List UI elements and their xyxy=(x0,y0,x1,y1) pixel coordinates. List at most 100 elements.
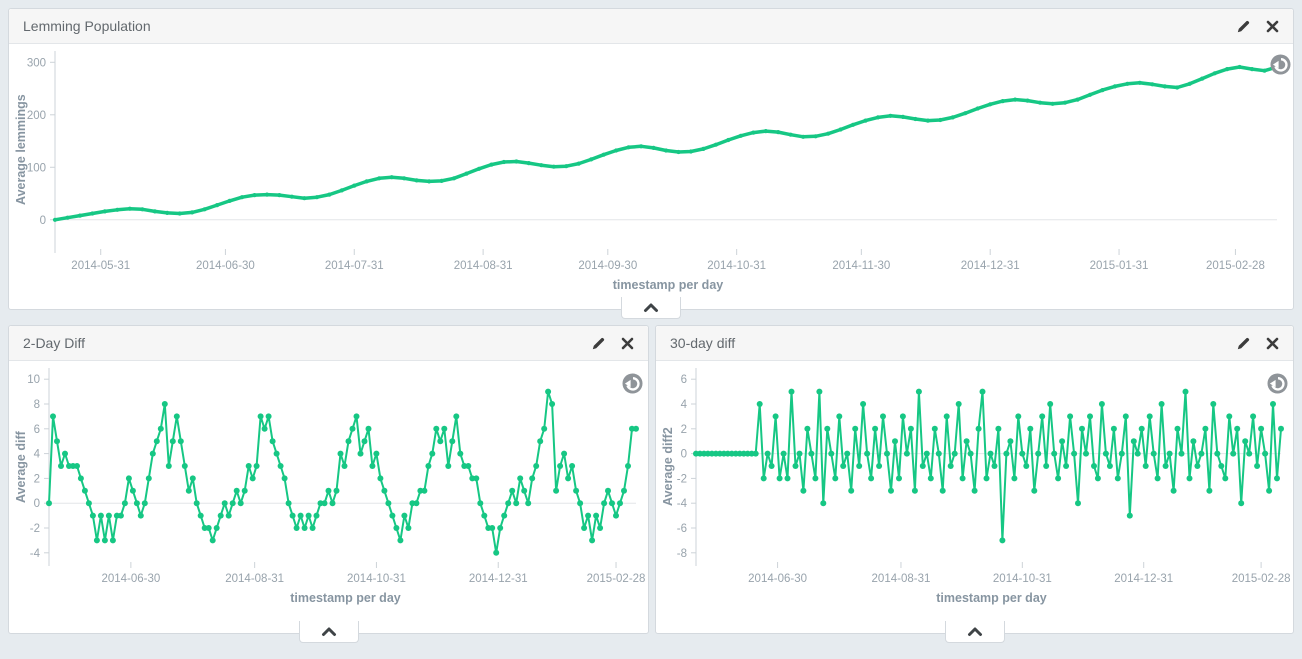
data-point xyxy=(352,184,356,188)
data-point xyxy=(165,211,169,215)
data-point xyxy=(54,438,60,444)
pencil-icon[interactable] xyxy=(1237,19,1251,33)
data-point xyxy=(597,525,603,531)
chevron-up-icon xyxy=(967,626,983,637)
panel-30-day-diff: 30-day diff Average diff2 6420-2-4-6-820… xyxy=(655,325,1294,634)
data-point xyxy=(128,207,132,211)
data-point xyxy=(789,133,793,137)
data-point xyxy=(1274,475,1280,481)
data-point xyxy=(385,500,391,506)
data-point xyxy=(350,426,356,432)
data-point xyxy=(294,525,300,531)
data-point xyxy=(489,525,495,531)
x-tick-label: 2014-10-31 xyxy=(707,260,766,272)
data-point xyxy=(593,513,599,519)
collapse-panel-button[interactable] xyxy=(945,621,1005,643)
data-point xyxy=(573,488,579,494)
data-point xyxy=(1019,451,1025,457)
data-point xyxy=(240,195,244,199)
x-tick-label: 2014-12-31 xyxy=(1114,573,1173,585)
line-chart[interactable]: 1086420-2-42014-06-302014-08-312014-10-3… xyxy=(9,363,646,605)
data-point xyxy=(158,426,164,432)
data-point xyxy=(1063,101,1067,105)
data-point xyxy=(401,513,407,519)
data-point xyxy=(126,475,132,481)
data-point xyxy=(1262,69,1266,73)
data-point xyxy=(726,138,730,142)
x-tick-label: 2014-09-30 xyxy=(578,260,637,272)
x-axis-title: timestamp per day xyxy=(656,591,1293,609)
data-point xyxy=(924,451,930,457)
data-point xyxy=(429,451,435,457)
data-point xyxy=(533,463,539,469)
data-point xyxy=(625,463,631,469)
collapse-panel-button[interactable] xyxy=(621,297,681,319)
data-point xyxy=(153,209,157,213)
data-point xyxy=(1026,99,1030,103)
data-point xyxy=(50,413,56,419)
close-icon[interactable] xyxy=(1266,20,1279,33)
y-tick-label: -2 xyxy=(677,473,687,485)
panel-header: Lemming Population xyxy=(9,9,1293,44)
pencil-icon[interactable] xyxy=(592,336,606,350)
line-chart[interactable]: 6420-2-4-6-82014-06-302014-08-312014-10-… xyxy=(656,363,1291,605)
data-point xyxy=(389,513,395,519)
data-point xyxy=(537,438,543,444)
data-point xyxy=(980,389,986,395)
data-point xyxy=(1246,451,1252,457)
data-point xyxy=(413,500,419,506)
data-point xyxy=(832,475,838,481)
line-chart[interactable]: 30020010002014-05-312014-06-302014-07-31… xyxy=(9,46,1291,292)
data-point xyxy=(509,488,515,494)
data-point xyxy=(664,148,668,152)
collapse-panel-button[interactable] xyxy=(299,621,359,643)
data-point xyxy=(764,129,768,133)
chart-area: Average diff2 6420-2-4-6-82014-06-302014… xyxy=(656,361,1293,613)
back-circle-icon[interactable] xyxy=(622,373,643,399)
data-point xyxy=(1103,451,1109,457)
chart-area: Average diff 1086420-2-42014-06-302014-0… xyxy=(9,361,648,613)
data-point xyxy=(1234,426,1240,432)
x-tick-label: 2014-06-30 xyxy=(101,573,160,585)
data-point xyxy=(800,488,806,494)
data-point xyxy=(278,463,284,469)
data-point xyxy=(338,451,344,457)
data-point xyxy=(342,463,348,469)
data-point xyxy=(908,426,914,432)
data-point xyxy=(920,463,926,469)
data-point xyxy=(589,537,595,543)
data-point xyxy=(739,134,743,138)
data-point xyxy=(1023,463,1029,469)
y-tick-label: -6 xyxy=(677,523,687,535)
close-icon[interactable] xyxy=(1266,337,1279,350)
data-point xyxy=(951,115,955,119)
data-point xyxy=(860,401,866,407)
data-point xyxy=(1210,401,1216,407)
back-circle-icon[interactable] xyxy=(1267,373,1288,399)
data-point xyxy=(1131,438,1137,444)
data-point xyxy=(477,500,483,506)
data-point xyxy=(1278,426,1284,432)
data-point xyxy=(1011,475,1017,481)
data-point xyxy=(753,451,759,457)
data-point xyxy=(265,193,269,197)
data-point xyxy=(174,413,180,419)
data-point xyxy=(901,115,905,119)
data-point xyxy=(493,550,499,556)
data-point xyxy=(322,500,328,506)
data-point xyxy=(327,193,331,197)
data-line xyxy=(55,67,1277,220)
data-point xyxy=(497,525,503,531)
data-point xyxy=(1183,389,1189,395)
data-point xyxy=(405,525,411,531)
data-point xyxy=(888,488,894,494)
back-circle-icon[interactable] xyxy=(1270,54,1291,80)
data-point xyxy=(1194,463,1200,469)
data-point xyxy=(789,389,795,395)
data-point xyxy=(557,463,563,469)
data-point xyxy=(286,500,292,506)
close-icon[interactable] xyxy=(621,337,634,350)
data-point xyxy=(1075,500,1081,506)
pencil-icon[interactable] xyxy=(1237,336,1251,350)
data-point xyxy=(290,195,294,199)
